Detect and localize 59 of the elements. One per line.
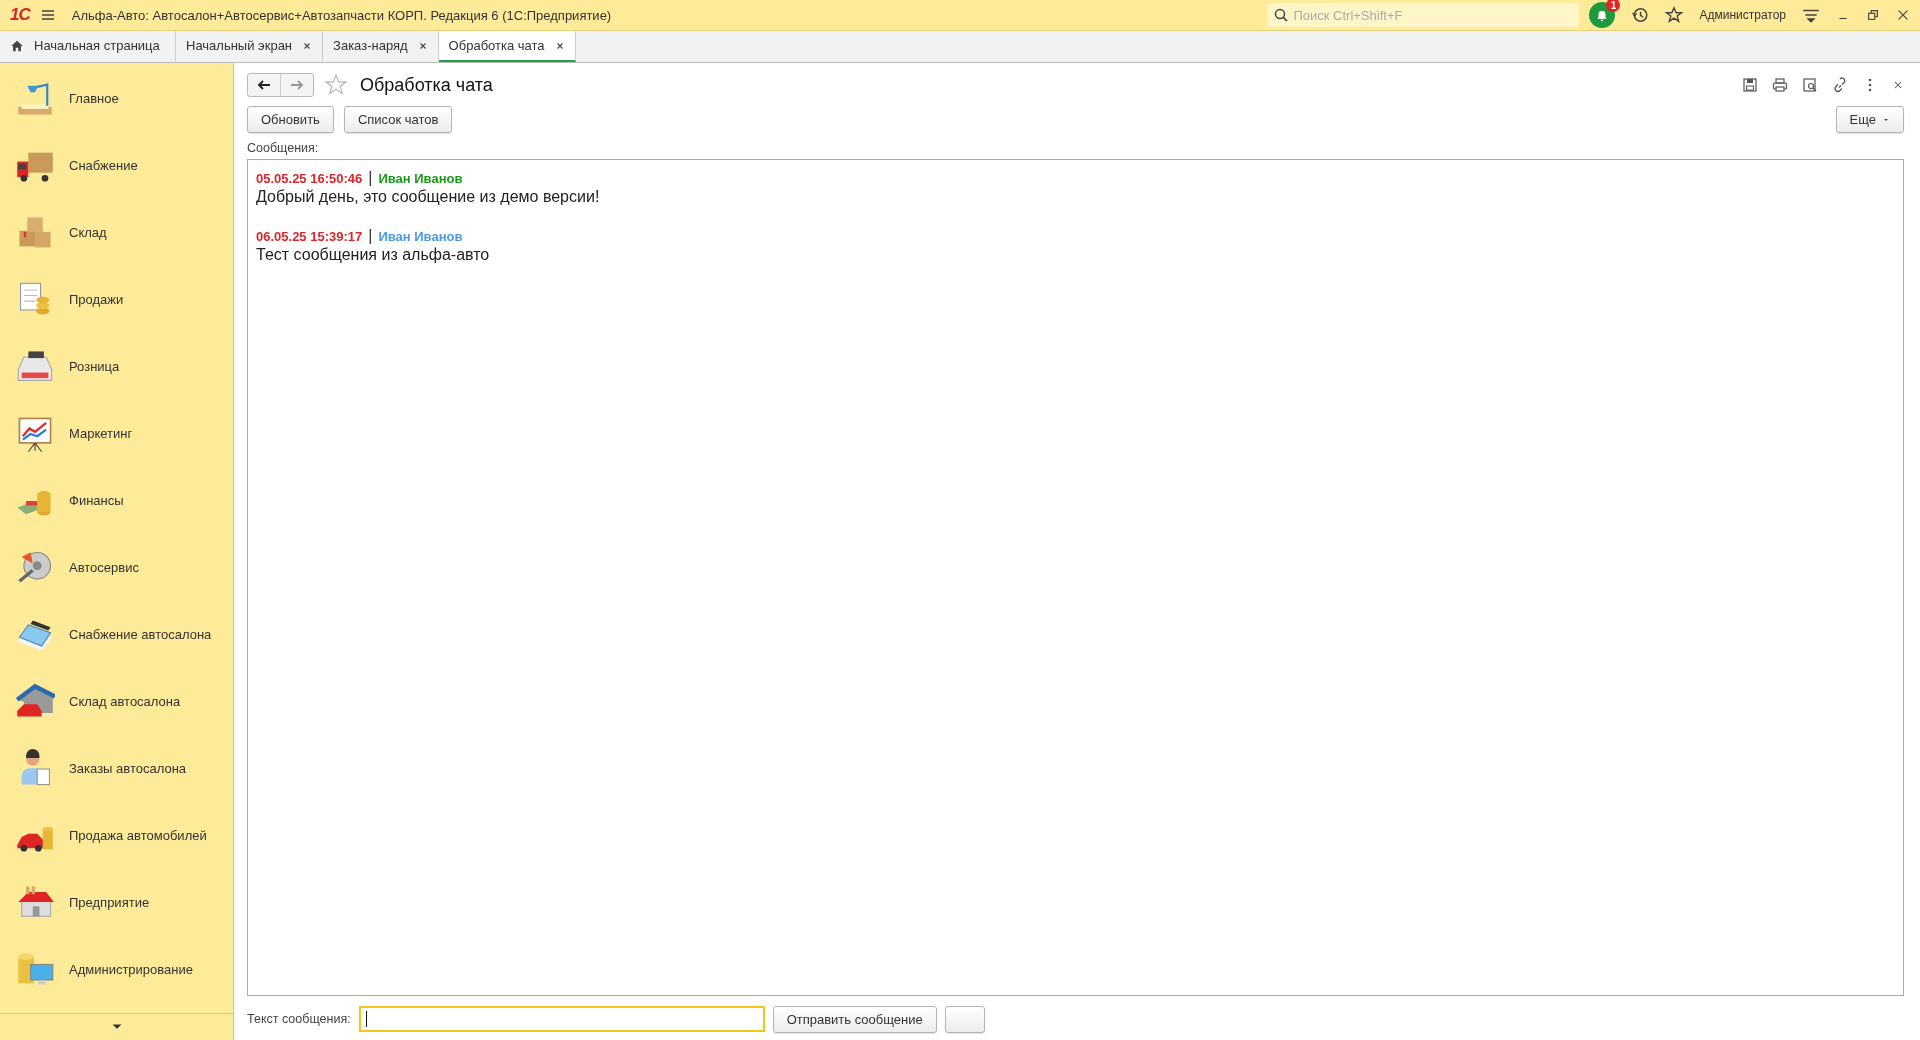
tab[interactable]: Заказ-наряд bbox=[323, 31, 439, 62]
separator: | bbox=[368, 169, 373, 187]
sidebar-item[interactable]: Снабжение bbox=[0, 132, 233, 199]
preview-icon[interactable] bbox=[1802, 77, 1818, 93]
sidebar-item[interactable]: Предприятие bbox=[0, 869, 233, 936]
close-icon[interactable] bbox=[1892, 79, 1904, 91]
messages-label: Сообщения: bbox=[247, 141, 320, 155]
tab-label: Обработка чата bbox=[448, 38, 545, 53]
message-author: Иван Иванов bbox=[378, 229, 463, 244]
sidebar-item[interactable]: Продажи bbox=[0, 266, 233, 333]
tab-label: Начальный экран bbox=[186, 38, 293, 53]
history-icon[interactable] bbox=[1631, 6, 1650, 24]
input-label: Текст сообщения: bbox=[247, 1012, 351, 1026]
message-text: Тест сообщения из альфа-авто bbox=[256, 246, 491, 264]
message-text: Добрый день, это сообщение из демо версии! bbox=[256, 188, 601, 206]
notification-count: 1 bbox=[1606, 0, 1621, 12]
user-name[interactable]: Администратор bbox=[1699, 8, 1786, 22]
home-icon bbox=[10, 38, 24, 53]
save-icon[interactable] bbox=[1742, 77, 1758, 93]
send-button[interactable]: Отправить сообщение bbox=[772, 1005, 937, 1033]
message-input-field[interactable] bbox=[358, 1006, 765, 1032]
sidebar-item[interactable]: Розница bbox=[0, 333, 233, 400]
logo: 1С bbox=[10, 5, 30, 25]
sidebar-item[interactable]: Заказы автосалона bbox=[0, 735, 233, 802]
sidebar-item[interactable]: Администрирование bbox=[0, 936, 233, 1003]
sidebar-item[interactable]: Автосервис bbox=[0, 534, 233, 601]
separator: | bbox=[368, 227, 373, 245]
close-icon[interactable] bbox=[302, 40, 313, 51]
search-icon bbox=[1273, 7, 1290, 23]
form-title: Обработка чата bbox=[360, 74, 494, 96]
notification-button[interactable] bbox=[1589, 2, 1616, 28]
star-icon[interactable] bbox=[1665, 6, 1684, 24]
more-button[interactable]: Еще bbox=[1835, 106, 1904, 133]
sidebar-item[interactable]: Склад автосалона bbox=[0, 668, 233, 735]
message-author: Иван Иванов bbox=[378, 171, 463, 186]
sidebar-item[interactable]: Продажа автомобилей bbox=[0, 802, 233, 869]
message-time: 05.05.25 16:50:46 bbox=[256, 171, 363, 186]
toolbar-button[interactable]: Список чатов bbox=[343, 106, 453, 133]
sidebar-item[interactable]: Снабжение автосалона bbox=[0, 601, 233, 668]
tab[interactable]: Начальная страница bbox=[0, 31, 176, 62]
tab[interactable]: Начальный экран bbox=[176, 31, 324, 62]
sidebar-item[interactable]: Склад bbox=[0, 199, 233, 266]
tab-label: Начальная страница bbox=[34, 38, 160, 53]
menu-icon[interactable] bbox=[39, 7, 56, 23]
restore-icon[interactable] bbox=[1866, 8, 1880, 22]
sidebar-item[interactable]: Главное bbox=[0, 65, 233, 132]
sidebar-item[interactable]: Финансы bbox=[0, 467, 233, 534]
tab[interactable]: Обработка чата bbox=[438, 31, 576, 62]
print-icon[interactable] bbox=[1772, 77, 1788, 93]
link-icon[interactable] bbox=[1832, 77, 1848, 93]
close-icon[interactable] bbox=[1896, 8, 1910, 22]
tab-label: Заказ-наряд bbox=[333, 38, 408, 53]
toolbar-button[interactable]: Обновить bbox=[247, 106, 334, 133]
close-icon[interactable] bbox=[554, 40, 565, 51]
message-time: 06.05.25 15:39:17 bbox=[256, 229, 363, 244]
close-icon[interactable] bbox=[417, 40, 428, 51]
sidebar-item[interactable]: Маркетинг bbox=[0, 400, 233, 467]
window-title: Альфа-Авто: Автосалон+Автосервис+Автозапчасти КОРП. Редакция 6 (1С:Предприятие) bbox=[71, 7, 613, 23]
favorite-star-icon[interactable] bbox=[324, 73, 348, 97]
